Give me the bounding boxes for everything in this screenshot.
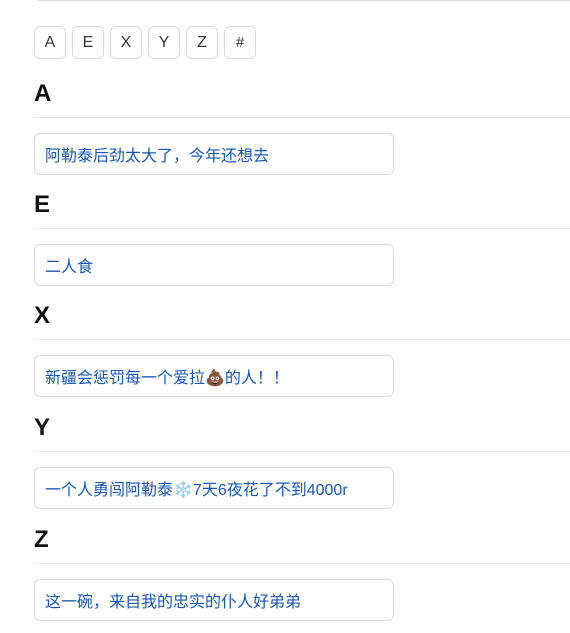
divider [34,228,570,229]
section-heading: X [34,302,51,329]
section-y: Y 一个人勇闯阿勒泰❄️7天6夜花了不到4000r [34,414,570,509]
section-z: Z 这一碗，来自我的忠实的仆人好弟弟 [34,526,570,621]
section-heading: E [34,191,51,218]
section-heading: Y [34,414,51,441]
section-heading: Z [34,526,49,553]
alphabet-index: A E X Y Z # [34,26,256,59]
search-box[interactable] [34,0,570,1]
entry-card[interactable]: 这一碗，来自我的忠实的仆人好弟弟 [34,579,394,621]
divider [34,339,570,340]
entry-card[interactable]: 二人食 [34,244,394,286]
section-a: A 阿勒泰后劲太大了，今年还想去 [34,80,570,175]
index-button-a[interactable]: A [34,26,66,59]
divider [34,451,570,452]
entry-card[interactable]: 新疆会惩罚每一个爱拉💩的人！！ [34,355,394,397]
index-button-y[interactable]: Y [148,26,180,59]
divider [34,563,570,564]
index-button-e[interactable]: E [72,26,104,59]
entry-card[interactable]: 一个人勇闯阿勒泰❄️7天6夜花了不到4000r [34,467,394,509]
section-heading: A [34,80,52,107]
index-button-hash[interactable]: # [224,26,256,59]
divider [34,117,570,118]
section-e: E 二人食 [34,191,570,286]
entry-card[interactable]: 阿勒泰后劲太大了，今年还想去 [34,133,394,175]
page: A E X Y Z # A 阿勒泰后劲太大了，今年还想去 E 二人食 X 新疆会… [0,0,570,633]
index-button-z[interactable]: Z [186,26,218,59]
section-x: X 新疆会惩罚每一个爱拉💩的人！！ [34,302,570,397]
index-button-x[interactable]: X [110,26,142,59]
